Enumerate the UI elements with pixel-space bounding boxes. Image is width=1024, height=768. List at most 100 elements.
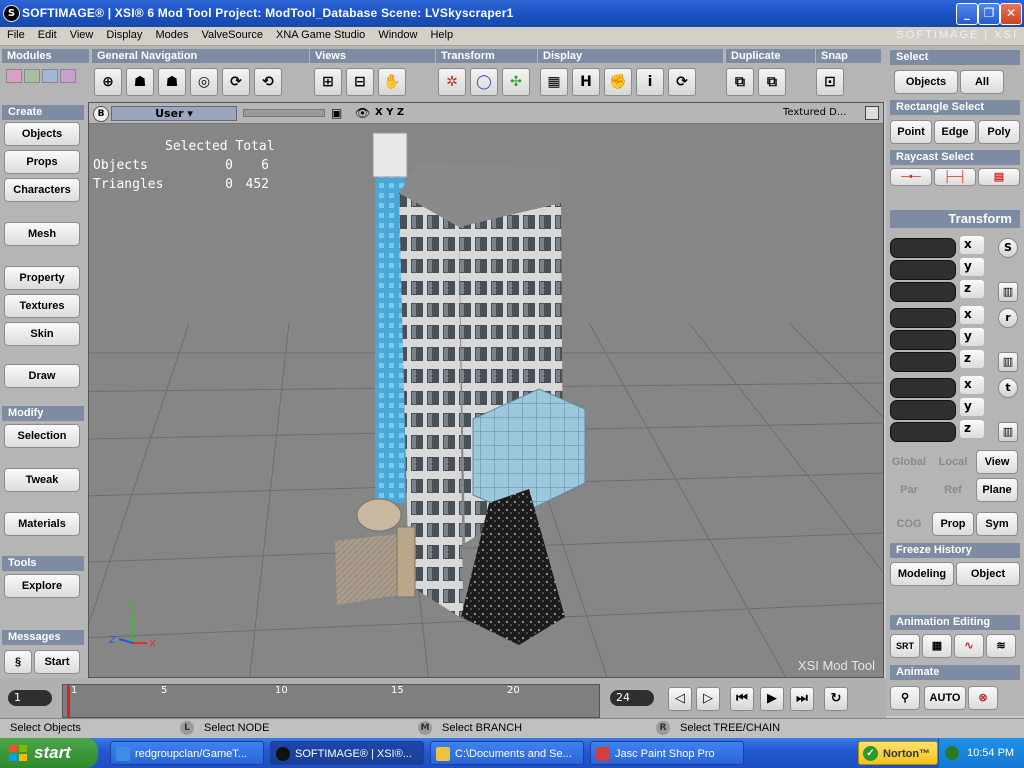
sym-button[interactable]: Sym — [976, 512, 1018, 536]
scale-z-field[interactable] — [890, 282, 956, 302]
freeze-object-button[interactable]: Object — [956, 562, 1020, 586]
start-button[interactable]: Start — [34, 650, 80, 674]
key-icon[interactable]: ⚲ — [890, 686, 920, 710]
navigation-icon[interactable]: ⊕ — [94, 68, 122, 96]
rotate-x-label[interactable]: x — [960, 306, 984, 324]
menu-window[interactable]: Window — [371, 27, 423, 41]
info-button[interactable]: i — [636, 68, 664, 96]
scale-x-label[interactable]: x — [960, 236, 984, 254]
rotate-z-label[interactable]: z — [960, 350, 984, 368]
hierarchy-icon[interactable]: ⊟ — [346, 68, 374, 96]
orbit-icon[interactable]: ⟳ — [222, 68, 250, 96]
edge-button[interactable]: Edge — [934, 120, 976, 144]
module-swatch-simulate[interactable] — [60, 69, 76, 83]
maximize-viewport-icon[interactable] — [865, 106, 879, 120]
menu-edit[interactable]: Edit — [31, 27, 63, 41]
menu-display[interactable]: Display — [99, 27, 148, 41]
rotate-y-label[interactable]: y — [960, 328, 984, 346]
close-button[interactable]: ✕ — [1000, 3, 1022, 25]
delete-key-icon[interactable]: ⊗ — [968, 686, 998, 710]
menu-help[interactable]: Help — [423, 27, 459, 41]
softimage-app-icon[interactable]: S — [3, 5, 20, 22]
par-button[interactable]: Par — [888, 478, 930, 502]
end-frame-field[interactable]: 24 — [610, 690, 654, 706]
skin-button[interactable]: Skin — [4, 322, 80, 346]
viewport-memo-slots[interactable] — [243, 109, 325, 117]
playhead[interactable] — [67, 685, 70, 717]
maximize-button[interactable]: ❐ — [978, 3, 1000, 25]
dolly-icon[interactable]: ⟲ — [254, 68, 282, 96]
go-to-end-icon[interactable]: ⏭ — [790, 687, 814, 711]
hide-button[interactable]: H — [572, 68, 600, 96]
clock[interactable]: 10:54 PM — [967, 738, 1014, 768]
select-all-button[interactable]: All — [960, 70, 1004, 94]
materials-button[interactable]: Materials — [4, 512, 80, 536]
scale-y-field[interactable] — [890, 260, 956, 280]
freeze-modeling-button[interactable]: Modeling — [890, 562, 954, 586]
srt-button[interactable]: SRT — [890, 634, 920, 658]
raycast-point-icon[interactable]: ─•─ — [890, 168, 932, 186]
translate-x-field[interactable] — [890, 378, 956, 398]
translate-gizmo-icon[interactable]: ✣ — [502, 68, 530, 96]
poly-button[interactable]: Poly — [978, 120, 1020, 144]
scale-lock-icon[interactable]: ▥ — [998, 282, 1018, 302]
rotate-lock-icon[interactable]: ▥ — [998, 352, 1018, 372]
raycast-poly-icon[interactable]: ▤ — [978, 168, 1020, 186]
grid-icon[interactable]: ▦ — [540, 68, 568, 96]
selection-button[interactable]: Selection — [4, 424, 80, 448]
camera-pan-icon[interactable]: ◎ — [190, 68, 218, 96]
scale-z-label[interactable]: z — [960, 280, 984, 298]
eye-icon[interactable]: 👁 — [355, 106, 370, 120]
rotate-y-field[interactable] — [890, 330, 956, 350]
go-to-start-icon[interactable]: ⏮ — [730, 687, 754, 711]
taskbar-item-browser[interactable]: redgroupclan/GameT... — [110, 741, 264, 765]
fcurve-icon[interactable]: ∿ — [954, 634, 984, 658]
taskbar-item-paint-shop-pro[interactable]: Jasc Paint Shop Pro — [590, 741, 744, 765]
duplicate-icon[interactable]: ⧉ — [726, 68, 754, 96]
ref-button[interactable]: Ref — [932, 478, 974, 502]
taskbar-item-explorer[interactable]: C:\Documents and Se... — [430, 741, 584, 765]
hand-icon[interactable]: ✋ — [378, 68, 406, 96]
create-objects-button[interactable]: Objects — [4, 122, 80, 146]
refresh-icon[interactable]: ⟳ — [668, 68, 696, 96]
rotate-x-field[interactable] — [890, 308, 956, 328]
rotate-button[interactable]: r — [998, 308, 1018, 328]
previous-frame-icon[interactable]: ◁ — [668, 687, 692, 711]
rotate-z-field[interactable] — [890, 352, 956, 372]
isolate-hand-icon[interactable]: ✊ — [604, 68, 632, 96]
scale-button[interactable]: S — [998, 238, 1018, 258]
local-button[interactable]: Local — [932, 450, 974, 474]
cog-button[interactable]: COG — [888, 512, 930, 536]
start-button[interactable]: start — [0, 738, 98, 768]
scale-x-field[interactable] — [890, 238, 956, 258]
scene-canvas[interactable]: Y X Z — [89, 123, 883, 677]
point-button[interactable]: Point — [890, 120, 932, 144]
tweak-button[interactable]: Tweak — [4, 468, 80, 492]
characters-button[interactable]: Characters — [4, 178, 80, 202]
minimize-button[interactable]: _ — [956, 3, 978, 25]
play-icon[interactable]: ▶ — [760, 687, 784, 711]
menu-valvesource[interactable]: ValveSource — [194, 27, 269, 41]
camera-dropdown[interactable]: User ▾ — [111, 106, 237, 121]
property-button[interactable]: Property — [4, 266, 80, 290]
rotate-gizmo-icon[interactable]: ◯ — [470, 68, 498, 96]
start-frame-field[interactable]: 1 — [8, 690, 52, 706]
translate-y-label[interactable]: y — [960, 398, 984, 416]
gamepad-icon[interactable]: ☗ — [126, 68, 154, 96]
module-swatch-render[interactable] — [42, 69, 58, 83]
mesh-button[interactable]: Mesh — [4, 222, 80, 246]
gamepad-alt-icon[interactable]: ☗ — [158, 68, 186, 96]
translate-lock-icon[interactable]: ▥ — [998, 422, 1018, 442]
menu-view[interactable]: View — [63, 27, 100, 41]
menu-file[interactable]: File — [0, 27, 31, 41]
menu-xna-game-studio[interactable]: XNA Game Studio — [269, 27, 371, 41]
loop-icon[interactable]: ↻ — [824, 687, 848, 711]
norton-button[interactable]: ✓ Norton™ — [858, 741, 938, 765]
schematic-icon[interactable]: ⊞ — [314, 68, 342, 96]
textures-button[interactable]: Textures — [4, 294, 80, 318]
viewport[interactable]: B User ▾ ▣ 👁 X Y Z Textured D... Y X Z S… — [88, 102, 884, 678]
taskbar-item-softimage[interactable]: SOFTIMAGE® | XSI®... — [270, 741, 424, 765]
axes-label[interactable]: X Y Z — [375, 107, 404, 118]
global-button[interactable]: Global — [888, 450, 930, 474]
tray-icon[interactable] — [945, 746, 959, 760]
